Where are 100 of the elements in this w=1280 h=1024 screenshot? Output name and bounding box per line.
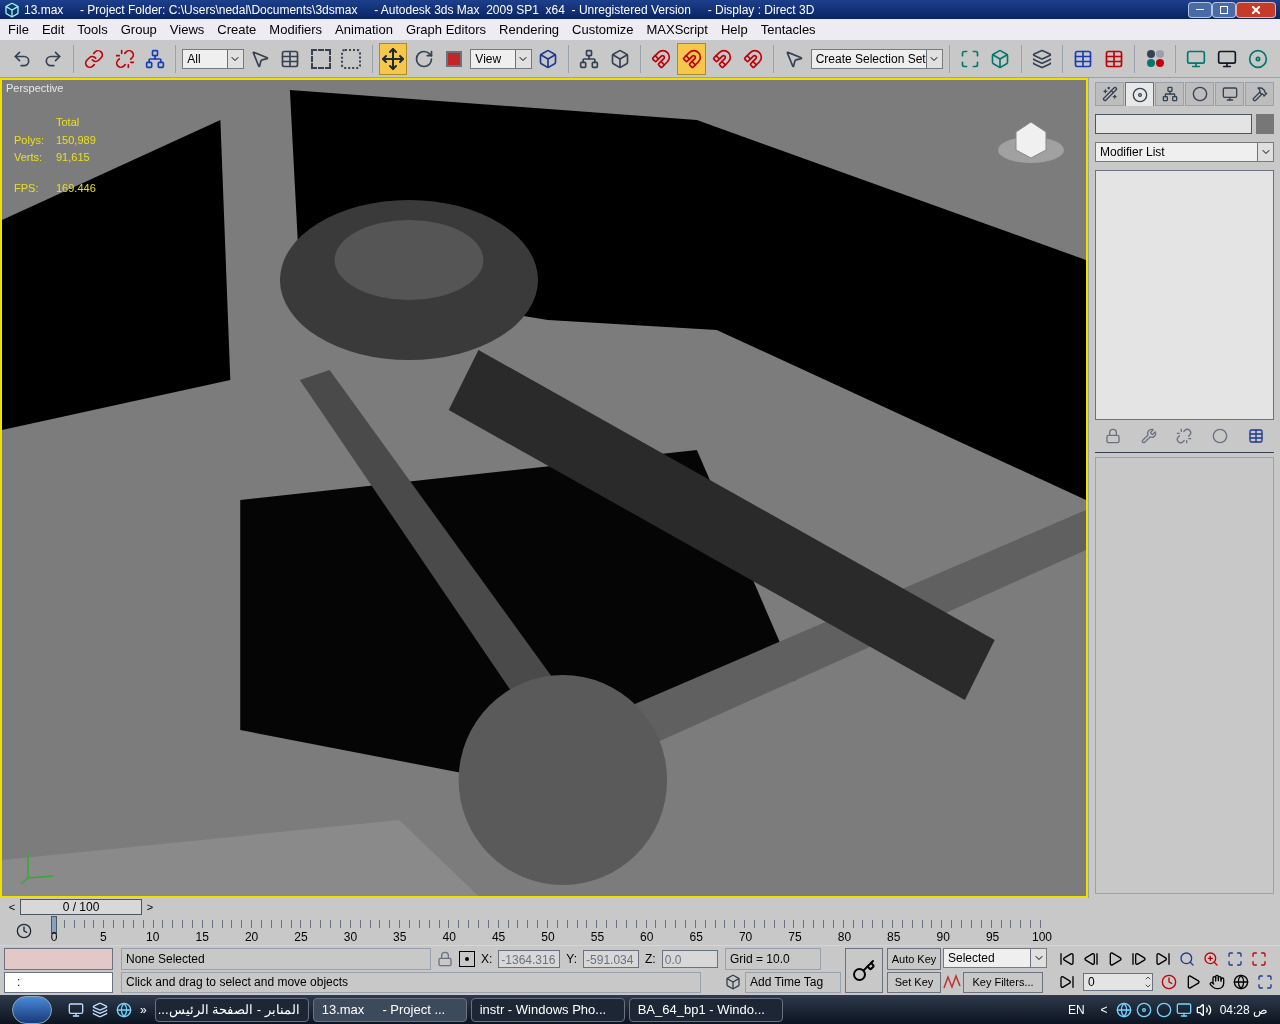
ruler-label: 90 (936, 929, 950, 946)
panel-tab[interactable] (1215, 82, 1244, 106)
ruler-label: 40 (442, 929, 456, 946)
y-coordinate-field[interactable]: -591.034 (583, 949, 640, 968)
move-icon (380, 46, 405, 71)
ruler-label: 10 (146, 929, 160, 946)
maxscript-listener-field[interactable]: : (4, 971, 113, 993)
app-logo-icon (4, 1, 20, 18)
quick-launch-more-button[interactable]: » (136, 1000, 151, 1019)
frame-marker[interactable] (51, 916, 57, 934)
menu-item[interactable]: Rendering (499, 19, 560, 40)
add-time-tag-button[interactable]: Add Time Tag (745, 971, 841, 993)
show-hidden-icons-button[interactable]: < (1100, 1000, 1108, 1019)
start-button[interactable] (12, 995, 52, 1024)
reference-coordinate-dropdown[interactable]: View (470, 48, 532, 69)
menu-item[interactable]: Views (169, 19, 205, 40)
stat-value: 150,989 (56, 132, 96, 148)
panel-tab[interactable] (1155, 82, 1184, 106)
taskbar-button[interactable]: instr - Windows Pho... (470, 997, 625, 1022)
named-selection-dropdown[interactable]: Create Selection Set (810, 48, 943, 69)
stat-value: 91,615 (56, 150, 91, 165)
viewport[interactable]: Perspective Total Polys: 150,989 Verts: 91,615 FPS: 169.446 (0, 78, 1088, 898)
pan-icon (1209, 974, 1225, 991)
ruler-label: 70 (738, 929, 753, 946)
menu-item[interactable]: Animation (335, 19, 393, 40)
dashed-rectangle-icon (310, 48, 331, 69)
magnet-icon (651, 48, 672, 69)
layers-icon (1031, 48, 1052, 69)
display-tab-icon (1221, 86, 1238, 102)
ruler-label: 75 (788, 929, 802, 946)
close-icon (1252, 5, 1260, 14)
grid-spacing-field: Grid = 10.0 (725, 948, 821, 970)
ruler-label: 55 (590, 929, 605, 946)
ruler-label: 85 (887, 929, 901, 946)
selection-filter-dropdown[interactable]: All (182, 48, 244, 69)
minimize-button[interactable] (1188, 1, 1212, 18)
ruler-label: 100 (1032, 929, 1052, 946)
language-indicator[interactable]: EN (1067, 1000, 1085, 1019)
modifier-list-dropdown[interactable]: Modifier List (1095, 142, 1274, 162)
utilities-tab-icon (1251, 86, 1268, 102)
fps-label: FPS: (14, 180, 40, 196)
move-button[interactable] (378, 42, 408, 75)
panel-tab[interactable] (1245, 82, 1274, 106)
z-coordinate-field[interactable]: 0.0 (661, 949, 718, 968)
ruler-label: 0 (50, 929, 58, 946)
stat-label: Verts: (14, 150, 44, 165)
current-frame-field[interactable]: 0 (1083, 973, 1153, 992)
menu-item[interactable]: Customize (572, 19, 634, 40)
set-keys-button[interactable] (845, 948, 883, 993)
lock-icon (437, 950, 453, 967)
auto-key-button[interactable]: Auto Key (887, 948, 941, 970)
menu-item[interactable]: Tentacles (760, 19, 816, 40)
menu-item[interactable]: Tools (77, 19, 108, 40)
play-icon (1107, 950, 1123, 967)
go-to-start-icon (1059, 950, 1075, 967)
panel-tab[interactable] (1185, 82, 1214, 106)
panel-tab[interactable] (1125, 82, 1154, 106)
close-button[interactable] (1236, 1, 1276, 18)
viewport-label[interactable]: Perspective (6, 80, 64, 97)
absolute-mode-icon[interactable] (459, 950, 475, 967)
monitor-tray-icon (1175, 1001, 1192, 1018)
ruler-label: 20 (244, 929, 259, 946)
clock[interactable]: 04:28 ص (1219, 1000, 1268, 1019)
ruler-label: 60 (640, 929, 654, 946)
menu-item[interactable]: Group (120, 19, 157, 40)
menu-item[interactable]: Create (217, 19, 257, 40)
object-name-field[interactable] (1095, 114, 1252, 134)
previous-key-icon (1083, 950, 1099, 967)
stat-label: Polys: (14, 132, 45, 148)
menu-item[interactable]: Modifiers (269, 19, 323, 40)
next-frame-button[interactable]: > (142, 899, 158, 915)
time-slider-thumb[interactable]: 0 / 100 (20, 899, 142, 915)
menu-item[interactable]: Graph Editors (405, 19, 487, 40)
key-filters-button[interactable]: Key Filters... (963, 971, 1043, 993)
ruler-label: 5 (100, 929, 107, 946)
selection-status-field: None Selected (121, 948, 431, 970)
menu-item[interactable]: MAXScript (646, 19, 708, 40)
object-color-swatch[interactable] (1256, 114, 1274, 134)
scale-icon (446, 50, 463, 67)
menu-item[interactable]: File (8, 19, 29, 40)
taskbar-button[interactable]: BA_64_bp1 - Windo... (628, 997, 783, 1022)
listener-output-field[interactable] (4, 948, 113, 970)
set-key-button[interactable]: Set Key (887, 971, 941, 993)
previous-frame-button[interactable]: < (4, 899, 20, 915)
volume-icon (1195, 1001, 1212, 1018)
taskbar-button[interactable]: 13.max - Project ... (312, 997, 467, 1022)
y-label: Y: (566, 950, 578, 968)
spheres-icon (1146, 50, 1164, 67)
curve-icon (943, 974, 961, 991)
taskbar-button[interactable]: المنابر - الصفحة الرئيس... (154, 997, 309, 1022)
panel-tab[interactable] (1095, 82, 1124, 106)
key-mode-dropdown[interactable]: Selected (943, 948, 1047, 968)
ruler-label: 65 (689, 929, 703, 946)
ruler-label: 35 (393, 929, 407, 946)
x-label: X: (481, 950, 493, 968)
menu-item[interactable]: Edit (41, 19, 65, 40)
angle-snap-button[interactable] (677, 42, 707, 75)
restore-button[interactable] (1212, 1, 1236, 18)
menu-item[interactable]: Help (720, 19, 748, 40)
x-coordinate-field[interactable]: -1364.316 (498, 949, 561, 968)
